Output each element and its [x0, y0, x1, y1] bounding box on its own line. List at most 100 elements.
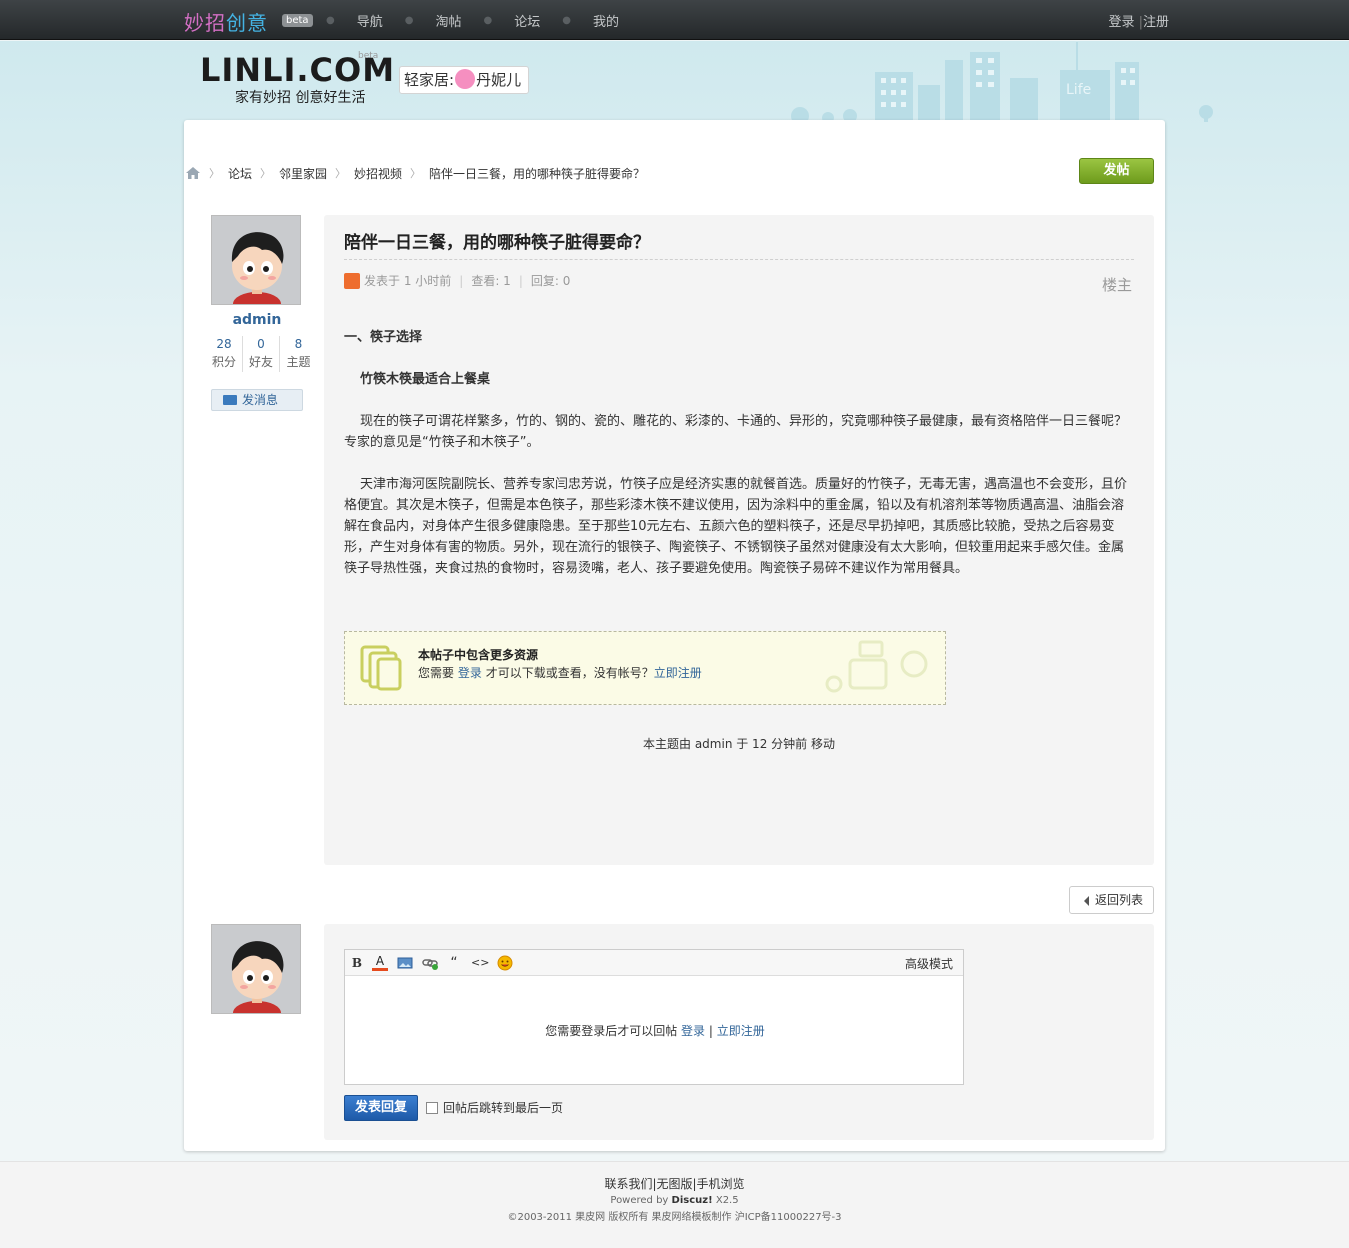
site-logo[interactable]: LINLI.COM beta 家有妙招 创意好生活: [200, 51, 395, 106]
post-paragraph: 天津市海河医院副院长、营养专家闫忠芳说，竹筷子应是经济实惠的就餐首选。质量好的竹…: [344, 477, 1128, 576]
login-to-reply-message: 您需要登录后才可以回帖 登录 | 立即注册: [345, 1022, 965, 1039]
breadcrumb-forum[interactable]: 论坛: [228, 165, 252, 182]
promo-suffix: 丹妮儿: [476, 71, 522, 89]
bold-icon[interactable]: B: [349, 955, 365, 971]
link-icon[interactable]: [422, 955, 438, 971]
post-title: 陪伴一日三餐，用的哪种筷子脏得要命？: [344, 233, 650, 253]
powered-brand[interactable]: Discuz!: [672, 1195, 713, 1206]
post-views: 查看: 1: [471, 274, 511, 288]
stat-value: 28: [216, 337, 232, 351]
author-name[interactable]: admin: [211, 312, 303, 328]
nav-dot: ●: [326, 14, 335, 26]
back-to-list-button[interactable]: 返回列表: [1069, 886, 1154, 914]
send-message-button[interactable]: 发消息: [211, 389, 303, 411]
auth-links: 登录 |注册: [1108, 11, 1169, 30]
top-bar: 妙招创意 beta ● 导航 ● 淘帖 ● 论坛 ● 我的 登录 |注册: [0, 0, 1349, 40]
powered-version: X2.5: [715, 1195, 739, 1206]
nav-item-forum[interactable]: 论坛: [514, 11, 540, 30]
post-subheading: 竹筷木筷最适合上餐桌: [360, 372, 491, 387]
breadcrumb-separator: 〉: [209, 167, 220, 180]
attachment-files-icon: [360, 645, 402, 691]
code-icon[interactable]: <>: [471, 955, 489, 971]
register-link[interactable]: 注册: [1143, 15, 1169, 30]
reply-separator: |: [708, 1024, 713, 1038]
powered-prefix: Powered by: [610, 1195, 669, 1206]
quote-icon[interactable]: “: [446, 955, 462, 971]
brand-part2: 创意: [226, 11, 268, 35]
jump-to-last-page-label[interactable]: 回帖后跳转到最后一页: [443, 1099, 563, 1116]
cartoon-boy-icon: [212, 925, 300, 1013]
footer-powered: Powered by Discuz! X2.5: [0, 1195, 1349, 1206]
stat-points[interactable]: 28 积分: [206, 336, 243, 372]
floor-label: 楼主: [1102, 276, 1133, 294]
author-stats: 28 积分 0 好友 8 主题: [206, 336, 317, 372]
stat-label: 好友: [248, 355, 273, 369]
nav-dot: ●: [404, 14, 414, 26]
promo-prefix: 轻家居:: [404, 71, 455, 89]
locked-login-link[interactable]: 登录: [458, 666, 482, 680]
title-divider: [344, 259, 1134, 260]
nav-item-taotie[interactable]: 淘帖: [435, 11, 461, 30]
footer-copyright: ©2003-2011 果皮网 版权所有 果皮网络模板制作 沪ICP备110002…: [507, 1212, 842, 1223]
jump-to-last-page-checkbox[interactable]: [426, 1102, 438, 1114]
nav-dot: ●: [483, 14, 493, 26]
post-meta: 发表于 1 小时前 | 查看: 1 | 回复: 0: [344, 272, 570, 289]
submit-reply-button[interactable]: 发表回复: [344, 1095, 418, 1121]
avatar[interactable]: [211, 215, 301, 305]
reply-register-link[interactable]: 立即注册: [717, 1024, 765, 1038]
nav-item-navigation[interactable]: 导航: [357, 11, 383, 30]
breadcrumb-separator: 〉: [410, 167, 422, 180]
stat-friends[interactable]: 0 好友: [243, 336, 280, 372]
back-arrow-icon: [1084, 896, 1089, 906]
city-skyline-icon: Life: [791, 42, 1213, 122]
footer-links[interactable]: 联系我们|无图版|手机浏览: [0, 1175, 1349, 1192]
post-replies: 回复: 0: [530, 274, 571, 288]
promo-banner[interactable]: 轻家居: 丹妮儿: [399, 66, 529, 94]
editor-toolbar: B A “ <> 高级模式: [345, 950, 963, 976]
cartoon-boy-icon: [212, 216, 300, 304]
font-color-icon[interactable]: A: [372, 955, 388, 971]
meta-separator: |: [518, 273, 523, 288]
stat-value: 0: [257, 337, 265, 351]
new-post-button[interactable]: 发帖: [1079, 158, 1154, 184]
login-link[interactable]: 登录: [1108, 15, 1134, 30]
brand-part1: 妙招: [184, 11, 226, 35]
back-to-list-label: 返回列表: [1095, 893, 1144, 907]
logo-slogan: 家有妙招 创意好生活: [235, 90, 366, 106]
post-panel: 陪伴一日三餐，用的哪种筷子脏得要命？ 发表于 1 小时前 | 查看: 1 | 回…: [324, 215, 1154, 865]
locked-msg-mid: 才可以下载或查看，没有帐号？: [485, 666, 654, 680]
breadcrumb-current-thread[interactable]: 陪伴一日三餐，用的哪种筷子脏得要命？: [429, 165, 645, 182]
reply-avatar: [211, 924, 301, 1014]
stat-label: 主题: [286, 355, 311, 369]
city-label: Life: [1066, 82, 1091, 98]
meta-separator: |: [459, 273, 464, 288]
stat-threads[interactable]: 8 主题: [280, 336, 317, 372]
breadcrumb: 〉 论坛 〉 邻里家园 〉 妙招视频 〉 陪伴一日三餐，用的哪种筷子脏得要命？: [184, 164, 645, 182]
advanced-mode-link[interactable]: 高级模式: [905, 955, 953, 972]
moved-note: 本主题由 admin 于 12 分钟前 移动: [643, 737, 835, 751]
post-heading: 一、筷子选择: [344, 330, 423, 345]
footer: 联系我们|无图版|手机浏览 Powered by Discuz! X2.5 ©2…: [0, 1161, 1349, 1248]
media-decoration-icon: [825, 640, 928, 693]
breadcrumb-neighborhood[interactable]: 邻里家园: [279, 165, 327, 182]
breadcrumb-separator: 〉: [260, 167, 272, 180]
stat-value: 8: [294, 337, 303, 351]
locked-message: 您需要 登录 才可以下载或查看，没有帐号？立即注册: [418, 664, 702, 681]
post-paragraph: 现在的筷子可谓花样繁多，竹的、钢的、瓷的、雕花的、彩漆的、卡通的、异形的，究竟哪…: [344, 414, 1128, 450]
breadcrumb-separator: 〉: [335, 167, 347, 180]
locked-msg-pre: 您需要: [418, 666, 455, 680]
top-nav: ● 导航 ● 淘帖 ● 论坛 ● 我的: [326, 0, 619, 40]
reply-panel: B A “ <> 高级模式 您需要登录后才可以回帖 登录 | 立即注册 发表回复…: [324, 924, 1154, 1140]
reply-login-link[interactable]: 登录: [681, 1024, 705, 1038]
site-brand[interactable]: 妙招创意: [184, 7, 268, 36]
image-icon[interactable]: [397, 955, 413, 971]
logo-beta: beta: [358, 51, 379, 61]
post-time: 发表于 1 小时前: [364, 274, 452, 288]
breadcrumb-videos[interactable]: 妙招视频: [354, 165, 402, 182]
home-icon[interactable]: [185, 166, 201, 180]
girl-face-icon: [455, 69, 476, 89]
nav-item-mine[interactable]: 我的: [593, 11, 619, 30]
emoji-icon[interactable]: [497, 955, 513, 971]
nav-dot: ●: [562, 14, 571, 26]
locked-register-link[interactable]: 立即注册: [654, 666, 702, 680]
